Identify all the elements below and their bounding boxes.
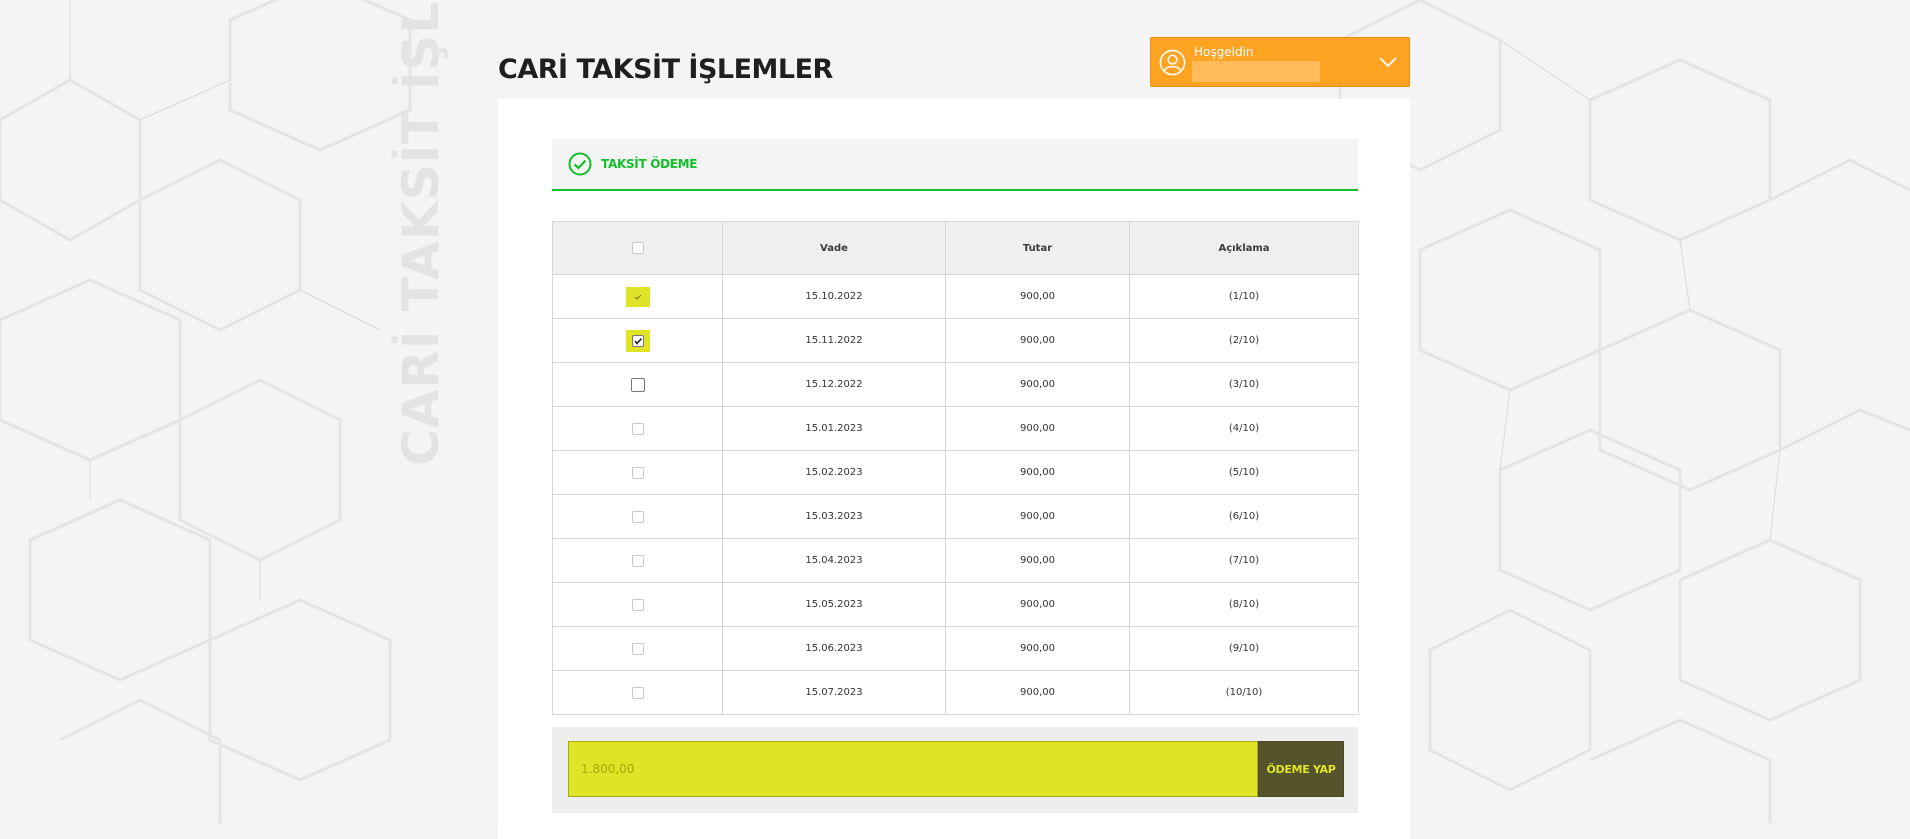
vade-cell: 15.05.2023 [722,582,946,627]
row-select-cell [552,450,723,495]
check-circle-icon [568,152,592,176]
table-row[interactable]: 15.04.2023 900,00 (7/10) [552,538,1359,583]
page-title: CARİ TAKSİT İŞLEMLER [498,54,833,85]
table-header-row: Vade Tutar Açıklama [552,221,1359,275]
table-row[interactable]: 15.02.2023 900,00 (5/10) [552,450,1359,495]
row-checkbox[interactable] [625,286,650,307]
row-checkbox[interactable] [631,642,644,655]
tutar-cell: 900,00 [945,494,1130,539]
column-header-tutar: Tutar [945,221,1130,275]
aciklama-cell: (5/10) [1129,450,1359,495]
row-select-cell [552,582,723,627]
table-row[interactable]: 15.03.2023 900,00 (6/10) [552,494,1359,539]
tutar-cell: 900,00 [945,582,1130,627]
vade-cell: 15.06.2023 [722,626,946,671]
row-select-cell [552,670,723,715]
row-select-cell [552,494,723,539]
row-select-cell [552,626,723,671]
pay-button[interactable]: ÖDEME YAP [1258,741,1344,797]
column-header-vade: Vade [722,221,946,275]
aciklama-cell: (6/10) [1129,494,1359,539]
user-menu[interactable]: Hoşgeldin [1150,37,1410,87]
tutar-cell: 900,00 [945,538,1130,583]
aciklama-cell: (3/10) [1129,362,1359,407]
table-row[interactable]: 15.11.2022 900,00 (2/10) [552,318,1359,363]
welcome-text: Hoşgeldin [1194,45,1254,59]
table-row[interactable]: 15.05.2023 900,00 (8/10) [552,582,1359,627]
user-name-redacted [1192,61,1320,82]
section-header: TAKSİT ÖDEME [552,139,1358,191]
row-select-cell [552,274,723,319]
table-row[interactable]: 15.06.2023 900,00 (9/10) [552,626,1359,671]
table-row[interactable]: 15.07.2023 900,00 (10/10) [552,670,1359,715]
table-row[interactable]: 15.12.2022 900,00 (3/10) [552,362,1359,407]
row-checkbox[interactable] [631,510,644,523]
vade-cell: 15.11.2022 [722,318,946,363]
user-circle-icon [1159,49,1186,76]
total-amount-field[interactable] [568,741,1258,797]
installments-card: TAKSİT ÖDEME Vade Tutar Açıklama 15.10.2… [498,99,1410,839]
row-checkbox[interactable] [625,329,650,352]
tutar-cell: 900,00 [945,626,1130,671]
row-checkbox[interactable] [631,422,644,435]
vade-cell: 15.10.2022 [722,274,946,319]
table-row[interactable]: 15.10.2022 900,00 (1/10) [552,274,1359,319]
vade-cell: 15.02.2023 [722,450,946,495]
aciklama-cell: (2/10) [1129,318,1359,363]
aciklama-cell: (7/10) [1129,538,1359,583]
page-watermark: CARİ TAKSİT İŞL [392,0,450,466]
vade-cell: 15.07.2023 [722,670,946,715]
aciklama-cell: (8/10) [1129,582,1359,627]
payment-bar: ÖDEME YAP [552,727,1358,813]
row-checkbox[interactable] [631,598,644,611]
table-row[interactable]: 15.01.2023 900,00 (4/10) [552,406,1359,451]
tutar-cell: 900,00 [945,670,1130,715]
row-checkbox[interactable] [631,686,644,699]
row-checkbox[interactable] [631,554,644,567]
aciklama-cell: (4/10) [1129,406,1359,451]
tutar-cell: 900,00 [945,406,1130,451]
tutar-cell: 900,00 [945,362,1130,407]
aciklama-cell: (10/10) [1129,670,1359,715]
row-select-cell [552,318,723,363]
row-select-cell [552,406,723,451]
vade-cell: 15.12.2022 [722,362,946,407]
row-checkbox[interactable] [630,377,645,392]
row-select-cell [552,362,723,407]
row-select-cell [552,538,723,583]
select-all-cell [552,221,723,275]
chevron-down-icon[interactable] [1379,56,1397,68]
aciklama-cell: (9/10) [1129,626,1359,671]
vade-cell: 15.03.2023 [722,494,946,539]
check-icon [633,337,642,345]
vade-cell: 15.01.2023 [722,406,946,451]
tutar-cell: 900,00 [945,450,1130,495]
tutar-cell: 900,00 [945,318,1130,363]
check-icon [634,294,641,300]
section-title: TAKSİT ÖDEME [601,157,698,171]
select-all-checkbox[interactable] [631,242,644,254]
row-checkbox[interactable] [631,466,644,479]
tutar-cell: 900,00 [945,274,1130,319]
aciklama-cell: (1/10) [1129,274,1359,319]
checkbox-box [631,334,644,347]
installments-table: Vade Tutar Açıklama 15.10.2022 900,00 (1… [552,221,1359,715]
column-header-aciklama: Açıklama [1129,221,1359,275]
vade-cell: 15.04.2023 [722,538,946,583]
